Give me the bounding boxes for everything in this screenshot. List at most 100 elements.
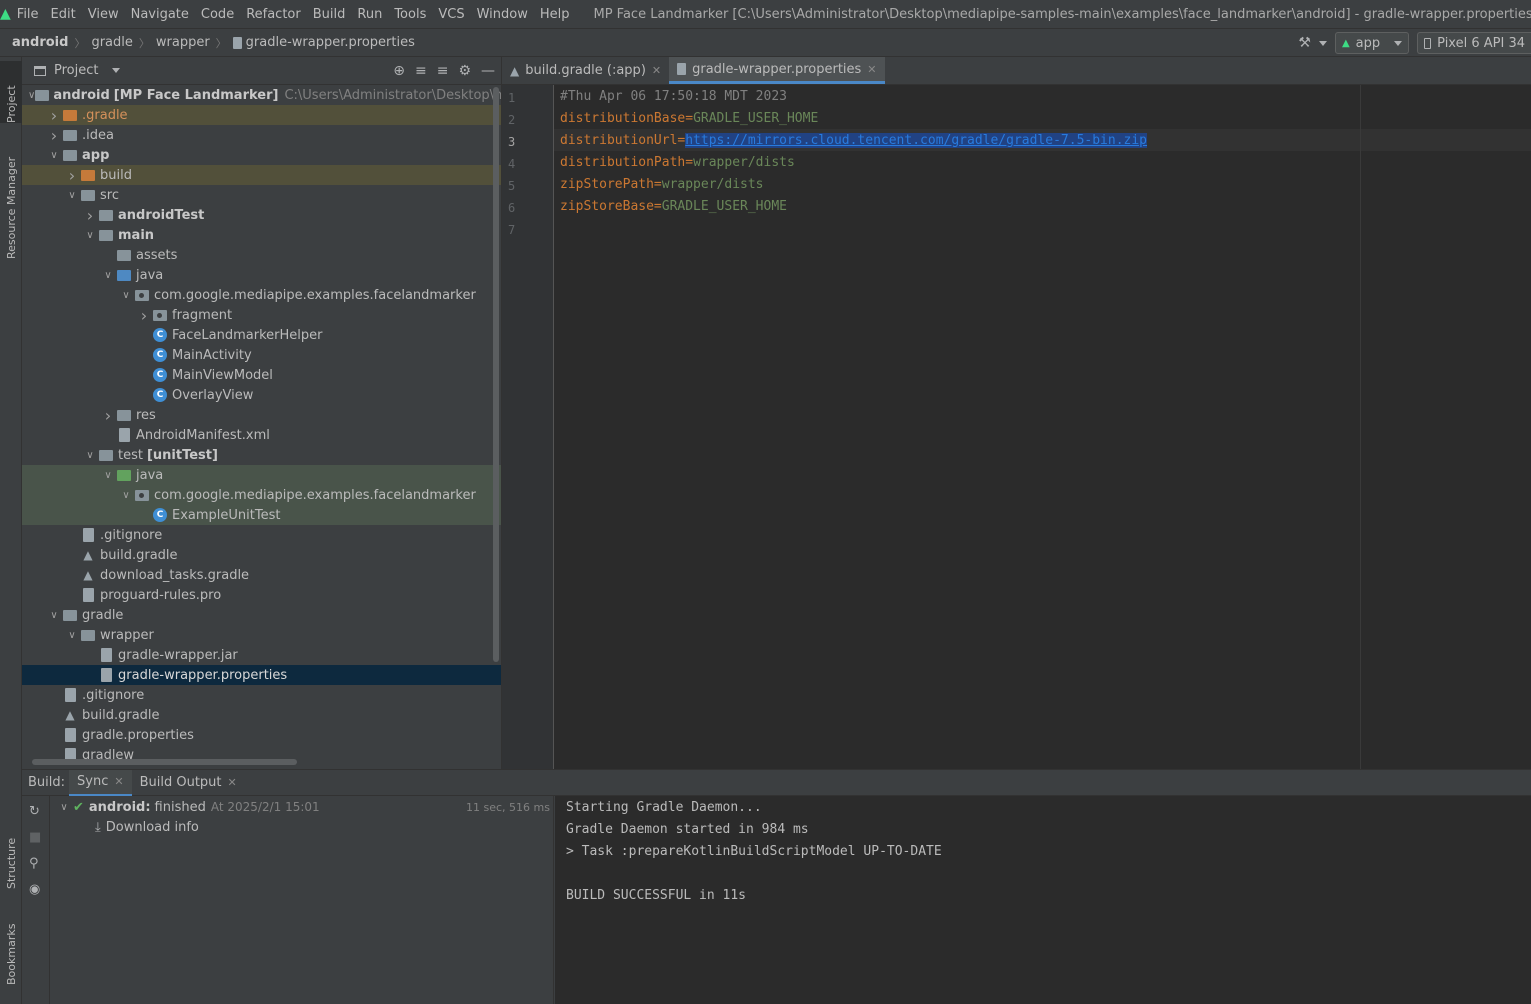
tree-item[interactable]: ∨ gradle [22, 605, 501, 625]
menu-vcs[interactable]: VCS [432, 7, 470, 22]
tree-item[interactable]: › .idea [22, 125, 501, 145]
menu-refactor[interactable]: Refactor [240, 7, 307, 22]
breadcrumb-item[interactable]: gradle-wrapper.properties [246, 35, 415, 50]
download-info-row[interactable]: ⤓ Download info [51, 817, 554, 837]
chevron-right-icon[interactable]: › [46, 126, 62, 145]
tree-item[interactable]: ∨ app [22, 145, 501, 165]
tree-item[interactable]: ▲ build.gradle [22, 705, 501, 725]
bookmarks-tool-tab[interactable]: Bookmarks [0, 905, 22, 985]
menu-view[interactable]: View [82, 7, 125, 22]
eye-icon[interactable]: ◉ [29, 882, 40, 897]
chevron-down-icon[interactable]: ∨ [46, 150, 62, 161]
tree-item[interactable]: gradle-wrapper.jar [22, 645, 501, 665]
chevron-down-icon[interactable]: ∨ [118, 290, 134, 301]
tree-item[interactable]: ∨ java [22, 265, 501, 285]
build-output-console[interactable]: Starting Gradle Daemon... Gradle Daemon s… [555, 796, 1531, 1004]
gear-icon[interactable]: ⚙ [458, 63, 471, 79]
minimize-icon[interactable]: — [481, 63, 495, 79]
tree-item[interactable]: C MainViewModel [22, 365, 501, 385]
stop-icon[interactable]: ■ [29, 830, 41, 845]
pin-icon[interactable]: ⚲ [29, 856, 39, 871]
tree-item[interactable]: ▲ build.gradle [22, 545, 501, 565]
sync-icon[interactable]: ↻ [29, 804, 40, 819]
editor-tab[interactable]: ▲ build.gradle (:app) ✕ [502, 57, 669, 84]
chevron-down-icon[interactable]: ∨ [82, 450, 98, 461]
close-icon[interactable]: ✕ [867, 63, 876, 76]
tree-item[interactable]: ∨ test [unitTest] [22, 445, 501, 465]
chevron-right-icon[interactable]: › [136, 306, 152, 325]
tree-item[interactable]: ∨ com.google.mediapipe.examples.facelandm… [22, 485, 501, 505]
menu-edit[interactable]: Edit [45, 7, 82, 22]
tree-item[interactable]: ∨ java [22, 465, 501, 485]
breadcrumb-item[interactable]: wrapper [156, 35, 210, 50]
expand-all-icon[interactable]: ≡ [415, 63, 427, 79]
editor-tab[interactable]: gradle-wrapper.properties ✕ [669, 57, 885, 84]
horizontal-scrollbar[interactable] [32, 759, 297, 765]
vertical-scrollbar[interactable] [493, 87, 499, 662]
android-icon: ▲ [1341, 37, 1350, 49]
tree-item[interactable]: › build [22, 165, 501, 185]
menu-build[interactable]: Build [307, 7, 352, 22]
tree-item[interactable]: proguard-rules.pro [22, 585, 501, 605]
tree-item[interactable]: AndroidManifest.xml [22, 425, 501, 445]
build-root-row[interactable]: ∨ ✔ android: finished At 2025/2/1 15:01 … [51, 797, 554, 817]
tree-item[interactable]: ▲ download_tasks.gradle [22, 565, 501, 585]
chevron-right-icon[interactable]: › [82, 206, 98, 225]
tree-item[interactable]: gradle-wrapper.properties [22, 665, 501, 685]
chevron-right-icon[interactable]: › [46, 106, 62, 125]
device-select[interactable]: Pixel 6 API 34 [1417, 32, 1531, 54]
tree-item[interactable]: › androidTest [22, 205, 501, 225]
tree-item[interactable]: ∨ com.google.mediapipe.examples.facelandm… [22, 285, 501, 305]
chevron-down-icon[interactable]: ∨ [100, 470, 116, 481]
tree-item[interactable]: ∨ src [22, 185, 501, 205]
tree-item[interactable]: › fragment [22, 305, 501, 325]
menu-file[interactable]: File [11, 7, 45, 22]
menu-navigate[interactable]: Navigate [125, 7, 195, 22]
tree-item[interactable]: ∨ main [22, 225, 501, 245]
chevron-down-icon[interactable]: ∨ [28, 90, 35, 101]
menu-code[interactable]: Code [195, 7, 240, 22]
resource-manager-tool-tab[interactable]: Resource Manager [0, 139, 22, 259]
chevron-down-icon[interactable]: ∨ [64, 630, 80, 641]
tree-item[interactable]: ∨ wrapper [22, 625, 501, 645]
tree-item[interactable]: C ExampleUnitTest [22, 505, 501, 525]
tree-item[interactable]: .gitignore [22, 685, 501, 705]
project-tool-tab[interactable]: Project [0, 61, 22, 123]
close-icon[interactable]: ✕ [228, 776, 237, 789]
chevron-down-icon[interactable]: ∨ [82, 230, 98, 241]
hammer-icon[interactable]: ⚒ [1298, 35, 1311, 51]
tree-item[interactable]: gradle.properties [22, 725, 501, 745]
project-view-select[interactable]: Project [34, 63, 121, 78]
build-tab[interactable]: Sync ✕ [69, 769, 132, 796]
chevron-right-icon[interactable]: › [100, 406, 116, 425]
menu-help[interactable]: Help [534, 7, 576, 22]
tree-item[interactable]: › .gradle [22, 105, 501, 125]
property-url-link[interactable]: https://mirrors.cloud.tencent.com/gradle… [685, 133, 1148, 148]
tree-item[interactable]: C FaceLandmarkerHelper [22, 325, 501, 345]
chevron-down-icon[interactable] [1318, 40, 1327, 46]
tree-item[interactable]: › res [22, 405, 501, 425]
breadcrumb-item[interactable]: android [12, 35, 68, 50]
build-tab[interactable]: Build Output ✕ [132, 770, 245, 796]
locate-icon[interactable]: ⊕ [393, 63, 405, 79]
run-config-select[interactable]: ▲ app [1334, 32, 1410, 54]
menu-tools[interactable]: Tools [388, 7, 432, 22]
close-icon[interactable]: ✕ [114, 775, 123, 788]
structure-tool-tab[interactable]: Structure [0, 819, 22, 889]
tree-item[interactable]: assets [22, 245, 501, 265]
menu-run[interactable]: Run [351, 7, 388, 22]
tree-item[interactable]: .gitignore [22, 525, 501, 545]
chevron-down-icon[interactable]: ∨ [118, 490, 134, 501]
chevron-down-icon[interactable]: ∨ [100, 270, 116, 281]
breadcrumb-item[interactable]: gradle [91, 35, 132, 50]
menu-window[interactable]: Window [471, 7, 534, 22]
close-icon[interactable]: ✕ [652, 64, 661, 77]
tree-item[interactable]: ∨ android [MP Face Landmarker] C:\Users\Adm… [22, 85, 501, 105]
code-editor[interactable]: 1 2 3 4 5 6 7 #Thu Apr 06 17:50:18 MDT 2023 dis… [501, 85, 1531, 769]
tree-item[interactable]: C OverlayView [22, 385, 501, 405]
collapse-all-icon[interactable]: ≡ [437, 63, 449, 79]
tree-item[interactable]: C MainActivity [22, 345, 501, 365]
chevron-down-icon[interactable]: ∨ [46, 610, 62, 621]
chevron-down-icon[interactable]: ∨ [64, 190, 80, 201]
chevron-right-icon[interactable]: › [64, 166, 80, 185]
